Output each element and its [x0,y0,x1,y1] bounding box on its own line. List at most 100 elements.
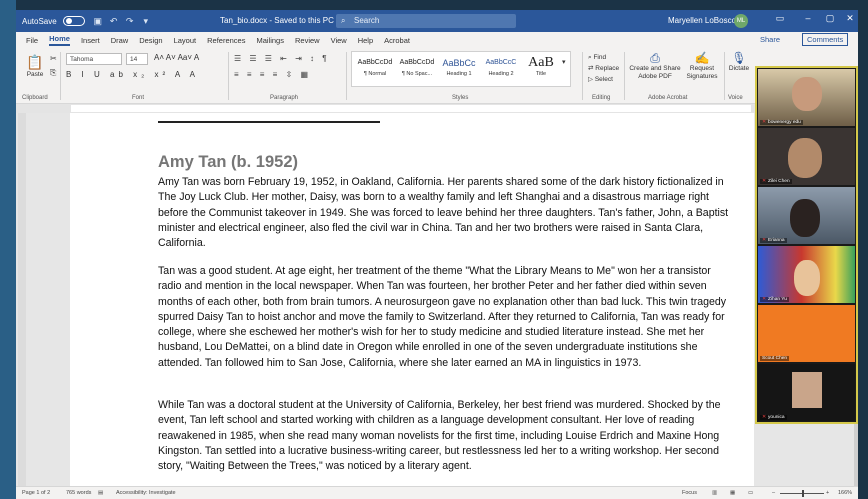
video-tile[interactable]: ✕ Zilei Chen [758,128,855,185]
zoom-level[interactable]: 166% [838,490,852,496]
tab-acrobat[interactable]: Acrobat [384,36,410,45]
zoom-slider-thumb[interactable] [802,490,804,497]
read-mode-icon[interactable]: ▥ [712,490,717,496]
participant-name: ✕ Zihan Yu [760,297,789,302]
print-layout-icon[interactable]: ▦ [730,490,735,496]
maximize-icon[interactable]: ▢ [822,13,838,24]
minimize-icon[interactable]: – [800,13,816,23]
user-avatar[interactable]: ML [734,14,748,28]
style-preview: AaB [528,55,554,70]
comments-button[interactable]: Comments [802,33,849,46]
desktop-left-edge [0,0,16,499]
muted-mic-icon: ✕ [762,415,767,420]
style-title[interactable]: AaB Title [520,55,562,77]
style-heading-2[interactable]: AaBbCcC Heading 2 [480,55,522,77]
style-label: Title [535,71,547,77]
autosave-label: AutoSave [22,16,57,26]
zoom-out-icon[interactable]: – [772,490,775,496]
tab-design[interactable]: Design [139,36,162,45]
grow-font-icon[interactable]: A˄ A˅ Aa˅ A [154,53,199,62]
document-page[interactable]: Amy Tan (b. 1952) Amy Tan was born Febru… [70,113,754,486]
tab-help[interactable]: Help [358,36,373,45]
ribbon-display-icon[interactable]: ▭ [772,13,788,24]
style-no-spacing[interactable]: AaBbCcDd ¶ No Spac... [396,55,438,77]
tab-mailings[interactable]: Mailings [256,36,284,45]
video-tile[interactable]: ✕ Erianna [758,187,855,244]
save-icon[interactable]: ▣ [93,16,103,26]
search-input[interactable]: ⌕ Search [336,14,516,28]
font-format-buttons[interactable]: B I U ab x₂ x² A A [66,70,199,79]
style-label: ¶ Normal [363,71,387,77]
replace-label: Replace [595,65,620,72]
participant-name-text: Zihan Yu [768,297,787,302]
participant-name-text: Erianna [768,238,785,243]
paste-button[interactable]: 📋 Paste [24,54,46,78]
styles-group-label: Styles [452,95,469,101]
proofing-icon[interactable]: ▤ [98,490,103,496]
style-preview: AaBbCcDd [399,59,435,66]
search-placeholder: Search [354,16,380,25]
customize-icon[interactable]: ▾ [141,16,151,26]
participant-name: ✕ younica [760,415,787,420]
style-normal[interactable]: AaBbCcDd ¶ Normal [354,55,396,77]
video-tile[interactable]: ✕ bowenergy edu [758,69,855,126]
horizontal-ruler[interactable] [16,104,858,113]
ribbon-tabs: File Home Insert Draw Design Layout Refe… [16,32,858,48]
focus-button[interactable]: Focus [682,490,697,496]
status-bar: Page 1 of 2 765 words ▤ Accessibility: I… [16,486,858,499]
paragraph-list-buttons[interactable]: ☰ ☰ ☰ ⇤ ⇥ ↕ ¶ [234,54,330,63]
cut-icon[interactable]: ✂ [50,54,57,63]
style-heading-1[interactable]: AaBbCc Heading 1 [438,55,480,77]
autosave-toggle[interactable] [62,16,85,26]
style-preview: AaBbCcDd [357,59,393,66]
paragraph-align-buttons[interactable]: ≡ ≡ ≡ ≡ ⇳ ▦ [234,70,311,79]
tab-layout[interactable]: Layout [174,36,197,45]
tab-home[interactable]: Home [49,34,70,46]
tab-review[interactable]: Review [295,36,320,45]
replace-button[interactable]: ⇄ Replace [588,63,619,74]
video-tile[interactable]: Scout Chen [758,305,855,362]
muted-mic-icon: ✕ [762,120,767,125]
editing-group-label: Editing [592,95,611,101]
participant-name-text: Zilei Chen [768,179,790,184]
create-share-pdf-button[interactable]: ⎙ Create and Share Adobe PDF [628,52,682,81]
document-area: Amy Tan (b. 1952) Amy Tan was born Febru… [16,113,858,486]
page-count[interactable]: Page 1 of 2 [22,490,50,496]
tab-draw[interactable]: Draw [111,36,129,45]
zoom-in-icon[interactable]: + [826,490,829,496]
document-heading: Amy Tan (b. 1952) [158,153,298,171]
tab-view[interactable]: View [331,36,347,45]
video-tile[interactable]: ✕ Zihan Yu [758,246,855,303]
participant-name-text: bowenergy edu [768,120,801,125]
redo-icon[interactable]: ↷ [125,16,135,26]
desktop-right-edge [858,0,868,499]
select-button[interactable]: ▷ Select [588,74,619,85]
dictate-button[interactable]: 🎙 Dictate [726,52,752,73]
find-button[interactable]: ⌕ Find [588,52,619,63]
font-size-select[interactable]: 14 [126,53,148,65]
web-layout-icon[interactable]: ▭ [748,490,753,496]
word-window: AutoSave ▣ ↶ ↷ ▾ Tan_bio.docx - Saved to… [16,10,858,499]
copy-icon[interactable]: ⎘ [50,68,56,78]
accessibility-status[interactable]: Accessibility: Investigate [116,490,176,496]
tab-references[interactable]: References [207,36,245,45]
word-count[interactable]: 765 words [66,490,91,496]
close-icon[interactable]: ✕ [842,13,858,24]
style-label: Heading 1 [446,71,472,77]
select-icon: ▷ [588,76,595,83]
tab-file[interactable]: File [26,36,38,45]
muted-mic-icon: ✕ [762,297,767,302]
style-preview: AaBbCcC [485,59,517,66]
font-name-select[interactable]: Tahoma [66,53,122,65]
request-signatures-button[interactable]: ✍ Request Signatures [684,52,720,81]
ruler-track [71,105,751,112]
request-signatures-label: Request Signatures [686,65,718,80]
undo-icon[interactable]: ↶ [109,16,119,26]
tab-insert[interactable]: Insert [81,36,100,45]
share-button[interactable]: Share [760,35,780,44]
styles-more-icon[interactable]: ▾ [562,58,566,66]
video-tile[interactable]: ✕ younica [758,364,855,421]
paragraph-1: Amy Tan was born February 19, 1952, in O… [158,176,729,250]
user-name[interactable]: Maryellen LoBosco [668,16,736,25]
participant-name: Scout Chen [760,356,790,361]
